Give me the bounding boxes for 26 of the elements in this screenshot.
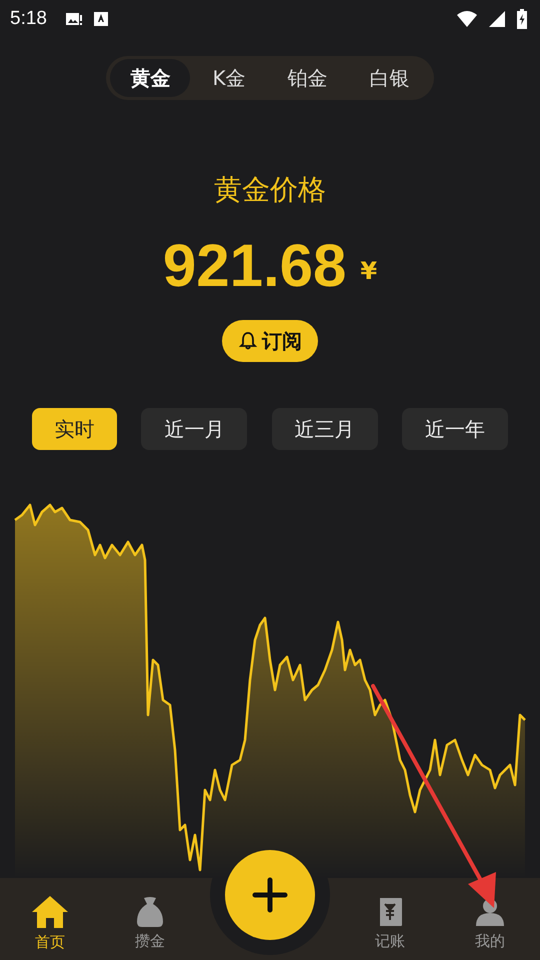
nav-item[interactable]: 首页	[0, 886, 100, 952]
period-tab[interactable]: 近一月	[141, 408, 248, 450]
period-tab[interactable]: 实时	[32, 408, 117, 450]
nav-item[interactable]: 攒金	[100, 888, 200, 950]
currency-symbol: ¥	[360, 257, 378, 285]
period-tab[interactable]: 近一年	[402, 408, 508, 450]
money-bag-icon	[135, 896, 165, 928]
house-icon	[31, 894, 69, 928]
font-icon	[92, 11, 109, 27]
battery-icon	[516, 9, 528, 29]
plus-icon	[252, 877, 288, 913]
signal-icon	[488, 10, 506, 28]
period-tab[interactable]: 近三月	[272, 408, 378, 450]
price-title: 黄金价格	[214, 172, 326, 208]
nav-item[interactable]: 我的	[440, 888, 540, 950]
metal-tab[interactable]: 铂金	[268, 59, 348, 97]
image-icon	[64, 11, 83, 27]
price-value: 921.68	[162, 230, 346, 300]
status-time: 5:18	[10, 8, 47, 30]
nav-item[interactable]: 记账	[340, 888, 440, 950]
metal-tab[interactable]: 黄金	[110, 59, 190, 97]
bell-icon	[238, 331, 258, 351]
subscribe-button[interactable]: 订阅	[222, 320, 318, 362]
metal-tab[interactable]: K金	[192, 59, 266, 97]
metal-tab[interactable]: 白银	[350, 59, 430, 97]
wifi-icon	[456, 10, 478, 28]
